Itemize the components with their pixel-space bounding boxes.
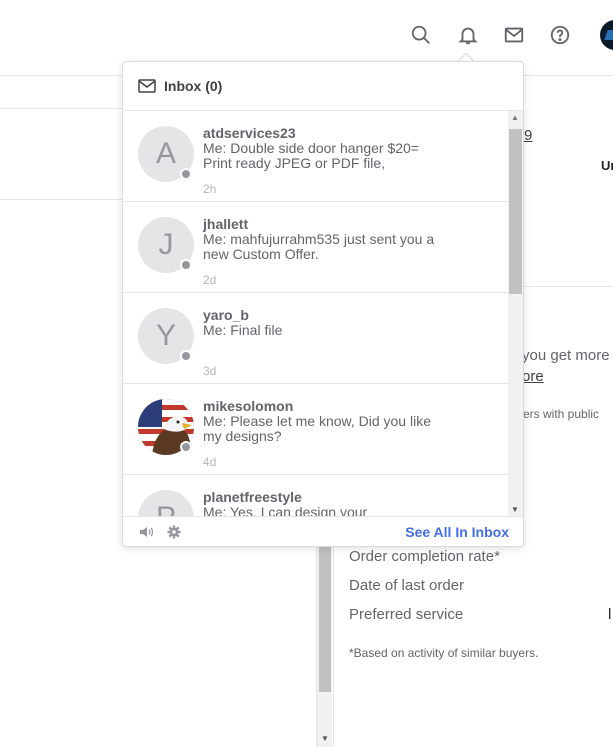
- label-fragment: Un: [601, 158, 613, 173]
- preferred-service-value: l: [608, 606, 612, 623]
- status-dot: [180, 168, 192, 180]
- sender-name: jhallett: [203, 216, 249, 232]
- link-fragment[interactable]: 9: [524, 127, 532, 144]
- message-preview: Me: Yes, I can design your: [203, 504, 368, 517]
- message-preview: Me: Final file: [203, 322, 283, 338]
- scroll-up-arrow-icon[interactable]: ▲: [511, 113, 519, 122]
- avatar-initial: J: [158, 228, 174, 261]
- avatar: P: [138, 490, 194, 516]
- avatar-initial: A: [155, 137, 176, 170]
- scrollbar-thumb[interactable]: [319, 546, 331, 692]
- message-preview: Me: Please let me know, Did you like my …: [203, 413, 431, 444]
- inbox-dropdown: Inbox (0) A atdservices23 Me: Double sid…: [122, 61, 524, 547]
- user-avatar[interactable]: [600, 20, 613, 50]
- info-text: ers with public: [523, 407, 600, 421]
- see-all-inbox-link[interactable]: See All In Inbox: [405, 524, 509, 540]
- scroll-down-arrow-icon[interactable]: ▼: [511, 505, 519, 514]
- message-time: 3d: [203, 364, 217, 378]
- preferred-service-label: Preferred service: [349, 606, 464, 623]
- inbox-header: Inbox (0): [123, 62, 523, 111]
- status-dot: [180, 350, 192, 362]
- message-item[interactable]: Y yaro_b Me: Final file 3d: [123, 293, 508, 384]
- help-icon[interactable]: [547, 22, 573, 48]
- info-text: you get more: [522, 347, 610, 364]
- message-list: A atdservices23 Me: Double side door han…: [123, 111, 508, 516]
- mail-icon[interactable]: [501, 22, 527, 48]
- scroll-down-arrow-icon[interactable]: ▼: [321, 734, 329, 743]
- avatar-initial: P: [156, 501, 176, 516]
- inbox-footer: See All In Inbox: [123, 516, 523, 546]
- scrollbar-thumb[interactable]: [509, 129, 522, 294]
- date-last-order-label: Date of last order: [349, 577, 465, 594]
- status-dot: [180, 441, 192, 453]
- sender-name: planetfreestyle: [203, 489, 302, 505]
- message-item[interactable]: mikesolomon Me: Please let me know, Did …: [123, 384, 508, 475]
- bell-icon[interactable]: [455, 22, 481, 48]
- message-time: 2h: [203, 182, 217, 196]
- message-item[interactable]: P planetfreestyle Me: Yes, I can design …: [123, 475, 508, 516]
- learn-more-link[interactable]: ore: [522, 368, 544, 385]
- inbox-title: Inbox (0): [164, 78, 223, 94]
- status-dot: [180, 259, 192, 271]
- envelope-icon: [138, 79, 156, 93]
- message-item[interactable]: A atdservices23 Me: Double side door han…: [123, 111, 508, 202]
- avatar-initial: Y: [155, 319, 176, 352]
- message-preview: Me: Double side door hanger $20= Print r…: [203, 140, 419, 171]
- message-time: 4d: [203, 455, 217, 469]
- sender-name: mikesolomon: [203, 398, 294, 414]
- sender-name: atdservices23: [203, 125, 296, 141]
- inbox-scrollbar[interactable]: ▲ ▼: [508, 111, 523, 516]
- message-item[interactable]: J jhallett Me: mahfujurrahm535 just sent…: [123, 202, 508, 293]
- gear-icon[interactable]: [166, 524, 182, 540]
- speaker-icon[interactable]: [138, 524, 154, 540]
- order-completion-rate-label: Order completion rate*: [349, 548, 500, 565]
- message-preview: Me: mahfujurrahm535 just sent you a new …: [203, 231, 435, 262]
- message-time: 2d: [203, 273, 217, 287]
- sender-name: yaro_b: [203, 307, 249, 323]
- search-icon[interactable]: [408, 22, 434, 48]
- footnote: *Based on activity of similar buyers.: [349, 646, 539, 660]
